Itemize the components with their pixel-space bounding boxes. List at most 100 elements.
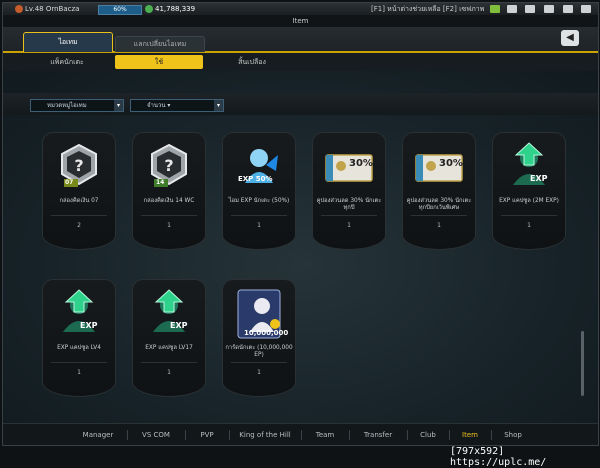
filter-bar: หมวดหมู่ไอเทม ▾ จำนวน ▾ ▾: [3, 93, 598, 115]
nav-king-of-the-hill[interactable]: King of the Hill: [233, 424, 297, 445]
item-card[interactable]: EXP EXP แคปซูล (2M EXP) 1: [493, 133, 565, 249]
exp-bar: 60%: [98, 5, 142, 15]
item-name: คูปองส่วนลด 30% นักเตะทุกปียกเว้นพิเศษ: [406, 198, 472, 211]
club-emblem-icon: [15, 5, 23, 13]
watermark: [797x592] https://uplc.me/: [450, 446, 547, 468]
item-name: กล่องคิดเงิน 07: [59, 198, 99, 204]
page-title: Item: [3, 15, 598, 27]
divider: [51, 215, 107, 216]
discount-coupon-icon: 30%: [322, 141, 376, 193]
category-dropdown-label: หมวดหมู่ไอเทม: [47, 102, 87, 109]
settings-icon[interactable]: [581, 5, 591, 13]
item-card[interactable]: EXP EXP แคปซูล LV17 1: [133, 280, 205, 396]
nav-divider: [407, 430, 408, 440]
nav-divider: [491, 430, 492, 440]
exp-boost-icon: EXP 50%: [232, 141, 286, 193]
item-badge: 30%: [439, 158, 463, 169]
coin-icon: [145, 5, 153, 13]
nav-shop[interactable]: Shop: [495, 424, 531, 445]
item-card[interactable]: ? 07 กล่องคิดเงิน 07 2: [43, 133, 115, 249]
divider: [51, 362, 107, 363]
item-quantity: 1: [257, 369, 261, 376]
window-icon[interactable]: [563, 5, 573, 13]
badge-icon[interactable]: [490, 5, 500, 13]
exp-capsule-icon: EXP: [502, 141, 556, 193]
chevron-down-icon: ▾: [114, 100, 123, 111]
item-name: กล่องคิดเงิน 14 WC: [143, 198, 195, 204]
nav-divider: [449, 430, 450, 440]
nav-transfer[interactable]: Transfer: [353, 424, 403, 445]
nav-item[interactable]: Item: [453, 424, 487, 445]
item-quantity: 1: [347, 222, 351, 229]
screen-icon[interactable]: [525, 5, 535, 13]
top-status-bar: Lv.48 OrnBacza 60% 41,788,339 [F1] หน้าต…: [3, 3, 598, 15]
manager-level: Lv.48 OrnBacza: [25, 5, 80, 13]
item-card[interactable]: ? 14 กล่องคิดเงิน 14 WC 1: [133, 133, 205, 249]
item-name: การ์ดนักเตะ (10,000,000 EP): [225, 345, 293, 358]
chat-icon[interactable]: [544, 5, 554, 13]
silver-pack-icon: ? 07: [52, 141, 106, 193]
subtab-use[interactable]: ใช้: [115, 55, 203, 69]
divider: [411, 215, 467, 216]
item-badge: 30%: [349, 158, 373, 169]
discount-coupon-icon: 30%: [412, 141, 466, 193]
game-window: Lv.48 OrnBacza 60% 41,788,339 [F1] หน้าต…: [2, 2, 599, 446]
item-quantity: 1: [167, 369, 171, 376]
item-card[interactable]: EXP 50% ไอม EXP นักเตะ (50%) 1: [223, 133, 295, 249]
nav-vs-com[interactable]: VS COM: [131, 424, 181, 445]
item-badge: 14: [156, 179, 165, 186]
chevron-down-icon: ▾: [214, 100, 223, 111]
divider: [141, 362, 197, 363]
item-card[interactable]: 30% คูปองส่วนลด 30% นักเตะทุกปี 1: [313, 133, 385, 249]
money-amount: 41,788,339: [155, 5, 196, 13]
divider: [231, 215, 287, 216]
sort-dropdown-label: จำนวน ▾: [147, 102, 171, 109]
item-name: EXP แคปซูล LV4: [57, 345, 101, 351]
item-badge: EXP 50%: [238, 175, 273, 183]
item-card[interactable]: 30% คูปองส่วนลด 30% นักเตะทุกปียกเว้นพิเ…: [403, 133, 475, 249]
item-quantity: 1: [437, 222, 441, 229]
item-badge: EXP: [170, 321, 188, 330]
item-badge: 10,000,000: [244, 329, 289, 337]
nav-team[interactable]: Team: [305, 424, 345, 445]
back-button[interactable]: ◀: [561, 30, 579, 46]
bottom-nav: Manager VS COM PVP King of the Hill Team…: [3, 423, 598, 445]
item-quantity: 1: [527, 222, 531, 229]
nav-divider: [185, 430, 186, 440]
tab-exchange[interactable]: แลกเปลี่ยนไอเทม: [115, 36, 205, 52]
tab-items[interactable]: ไอเทม: [23, 32, 113, 52]
scrollbar[interactable]: [581, 331, 584, 396]
sub-tabs: แพ็คนักเตะ ใช้ สิ้นเปลือง: [3, 53, 598, 71]
item-name: คูปองส่วนลด 30% นักเตะทุกปี: [316, 198, 382, 211]
exp-capsule-icon: EXP: [142, 288, 196, 340]
subtab-consumable[interactable]: สิ้นเปลือง: [208, 55, 296, 69]
svg-text:?: ?: [74, 156, 83, 175]
mail-icon[interactable]: [507, 5, 517, 13]
nav-pvp[interactable]: PVP: [189, 424, 225, 445]
player-card-icon: 10,000,000: [232, 288, 289, 340]
nav-divider: [127, 430, 128, 440]
silver-pack-icon: ? 14: [142, 141, 196, 193]
item-name: ไอม EXP นักเตะ (50%): [228, 198, 290, 204]
item-quantity: 1: [167, 222, 171, 229]
item-card[interactable]: EXP EXP แคปซูล LV4 1: [43, 280, 115, 396]
exp-capsule-icon: EXP: [52, 288, 106, 340]
item-badge: 07: [65, 179, 74, 186]
item-quantity: 1: [257, 222, 261, 229]
item-name: EXP แคปซูล (2M EXP): [499, 198, 559, 204]
item-badge: EXP: [530, 174, 548, 183]
item-name: EXP แคปซูล LV17: [145, 345, 193, 351]
item-card[interactable]: 10,000,000 การ์ดนักเตะ (10,000,000 EP) 1: [223, 280, 295, 396]
nav-divider: [229, 430, 230, 440]
nav-club[interactable]: Club: [411, 424, 445, 445]
item-badge: EXP: [80, 321, 98, 330]
sort-dropdown[interactable]: จำนวน ▾ ▾: [130, 99, 224, 112]
item-grid-area: หมวดหมู่ไอเทม ▾ จำนวน ▾ ▾ ? 07 กล่องคิดเ…: [3, 71, 598, 423]
item-quantity: 1: [77, 369, 81, 376]
subtab-player-pack[interactable]: แพ็คนักเตะ: [23, 55, 111, 69]
help-hint: [F1] หน้าต่างช่วยเหลือ [F2] เซฟภาพ: [371, 5, 485, 13]
nav-manager[interactable]: Manager: [73, 424, 123, 445]
divider: [141, 215, 197, 216]
nav-divider: [301, 430, 302, 440]
category-dropdown[interactable]: หมวดหมู่ไอเทม ▾: [30, 99, 124, 112]
